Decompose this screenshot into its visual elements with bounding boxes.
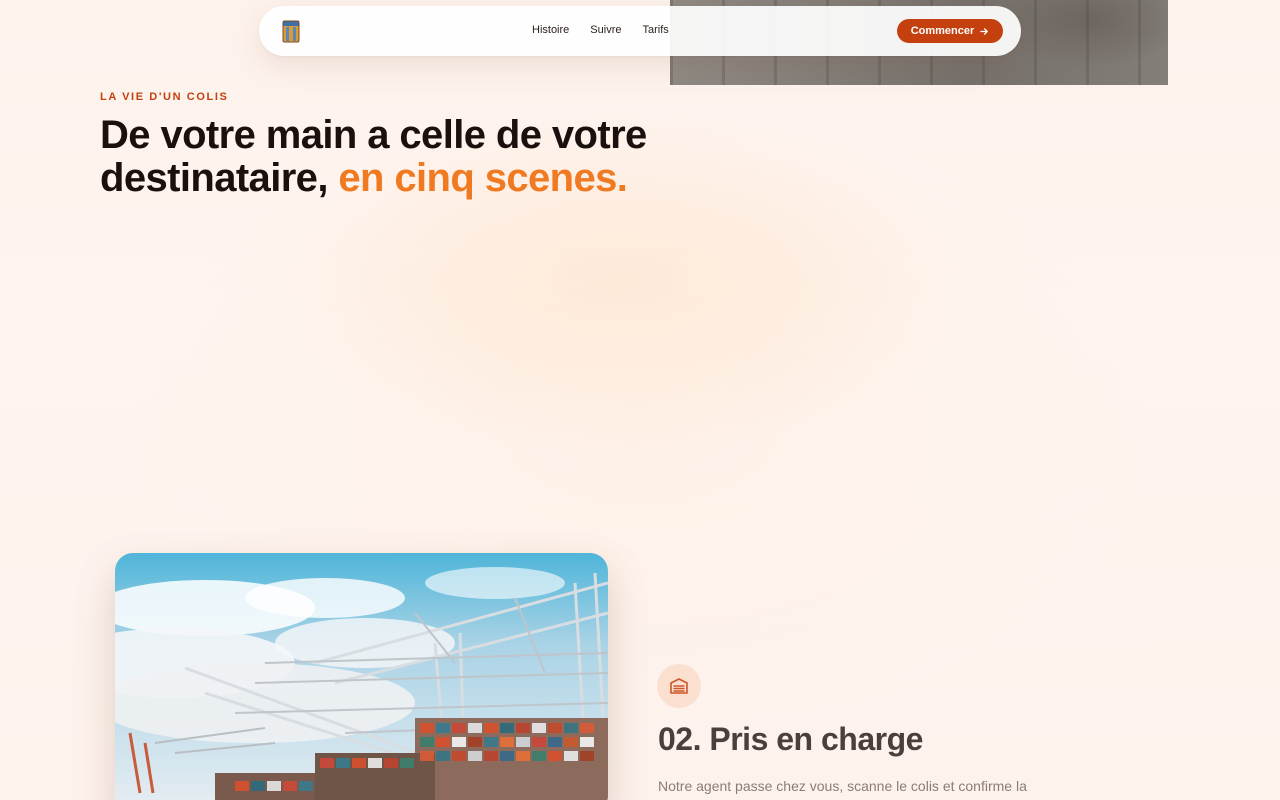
scene-photo-container-port [115, 553, 608, 800]
commencer-button-label: Commencer [910, 25, 975, 37]
garage-icon [657, 664, 701, 708]
commencer-button[interactable]: Commencer [897, 19, 1003, 43]
scene-description: Notre agent passe chez vous, scanne le c… [658, 778, 1027, 794]
nav-link-suivre[interactable]: Suivre [590, 24, 621, 36]
package-box-icon[interactable] [282, 19, 300, 43]
section-eyebrow: LA VIE D'UN COLIS [100, 91, 229, 103]
top-navigation: Histoire Suivre Tarifs Commencer [259, 6, 1021, 56]
nav-link-tarifs[interactable]: Tarifs [642, 24, 668, 36]
arrow-right-icon [980, 27, 989, 35]
nav-link-histoire[interactable]: Histoire [532, 24, 569, 36]
headline-accent: en cinq scenes. [338, 156, 628, 200]
nav-links: Histoire Suivre Tarifs [532, 24, 669, 36]
scene-title: 02. Pris en charge [658, 721, 923, 757]
page-headline: De votre main a celle de votre destinata… [100, 114, 800, 200]
